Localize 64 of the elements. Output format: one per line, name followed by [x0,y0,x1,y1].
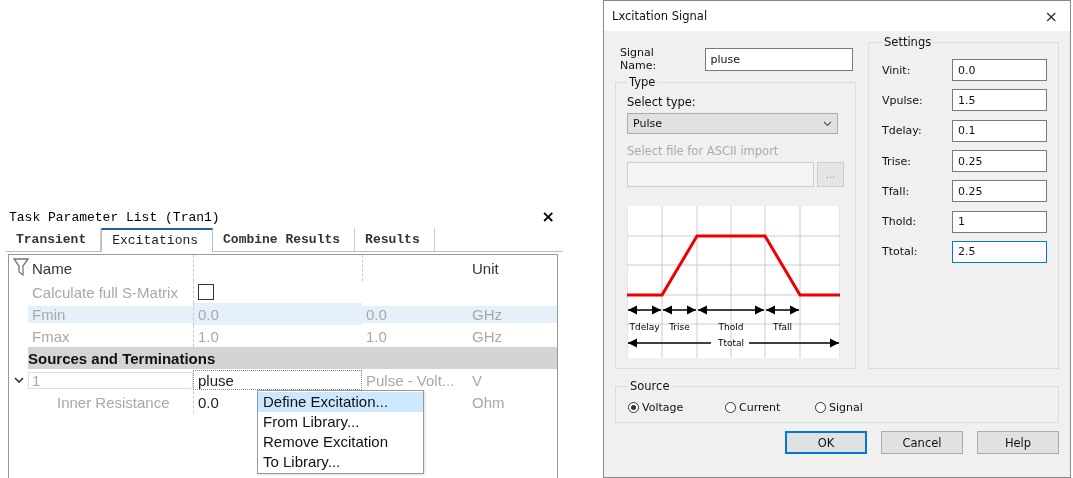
group-title: Settings [883,35,933,49]
row-label: Calculate full S-Matrix [31,283,179,301]
field-label: Select file for ASCII import [627,144,780,158]
panel-title: Task Parameter List (Tran1) [9,209,220,225]
radio-button[interactable] [628,402,639,413]
input-field[interactable]: 1 [952,210,1047,233]
field-label: Vinit: [882,63,911,77]
table-cell-text: 1.0 [365,327,388,345]
radio-label[interactable]: Voltage [642,401,684,414]
menu-item[interactable]: Define Excitation... [258,392,423,412]
table-cell: GHz [468,305,557,323]
dimension-label: Ttotal [717,338,745,348]
type-dropdown[interactable]: Pulse [627,113,838,134]
field-label: Ttotal: [882,245,918,259]
row-label: 1 [28,371,193,389]
dialog-button[interactable]: OK [785,431,867,454]
close-button[interactable]: × [541,209,555,225]
input-field[interactable]: 0.25 [952,180,1047,203]
table-cell-text: Ohm [471,393,506,411]
field-label: Signal Name: [620,46,658,72]
dimension-label: Thold [718,322,744,332]
row-label: Inner Resistance [56,393,171,411]
caret-icon [823,120,832,127]
field-label: Select type: [627,95,697,109]
radio-button[interactable] [725,402,736,413]
table-cell: 0.0 [193,303,362,325]
menu-item[interactable]: From Library... [258,412,423,432]
tab[interactable]: Excitations [101,228,214,252]
menu-item[interactable]: Remove Excitation [258,432,423,452]
field-label: Tfall: [882,184,910,198]
input-field[interactable]: 2.5 [952,240,1047,263]
filter-icon [13,256,29,277]
table-cell: 0.0 [362,305,468,323]
group-title: Source [629,379,671,393]
column-header: Name [31,259,73,277]
menu-item[interactable]: To Library... [258,452,423,472]
dimension-label: Tdelay [629,322,660,332]
field-label: Vpulse: [882,93,923,107]
radio-button[interactable] [815,402,826,413]
column-header: Unit [471,259,500,277]
dimension-label: Trise [669,322,690,332]
input-field[interactable]: 1.5 [952,89,1047,112]
input-field[interactable]: 0.0 [952,59,1047,82]
field-label: Thold: [882,215,917,229]
table-cell-text: V [471,371,483,389]
input-field[interactable]: 0.25 [952,150,1047,173]
table-cell-text: Pulse - Volt... [365,371,456,389]
dimension-label: Tfall [772,322,793,332]
field-label: Trise: [882,154,911,168]
dialog-button[interactable]: Cancel [881,431,963,454]
dropdown-value: Pulse [633,117,662,130]
input-field[interactable]: pluse [704,47,853,71]
table-cell-text: GHz [471,327,503,345]
radio-label[interactable]: Current [739,401,781,414]
radio-label[interactable]: Signal [829,401,863,414]
dimension-arrow [627,305,662,315]
field-label: Tdelay: [882,124,922,138]
dialog-button[interactable]: Help [977,431,1059,454]
group-title: Type [628,75,657,89]
section-header: Sources and Terminations [28,347,557,369]
checkbox[interactable] [198,284,214,300]
close-button[interactable]: × [1044,6,1058,26]
dialog-title: Lxcitation Signal [612,9,708,23]
input-field[interactable]: 0.1 [952,119,1047,142]
